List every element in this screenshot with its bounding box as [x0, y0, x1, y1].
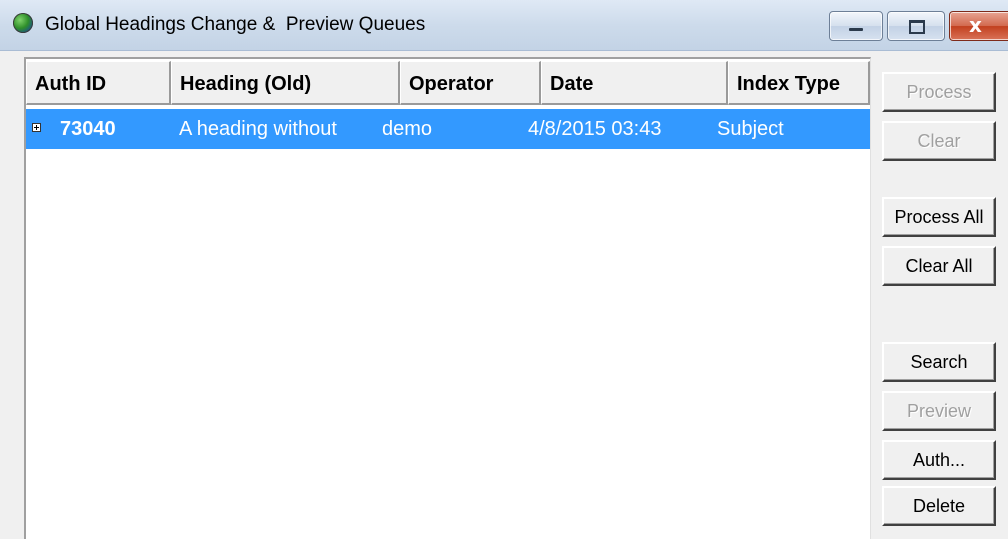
maximize-button[interactable] — [887, 11, 945, 41]
preview-button[interactable]: Preview — [882, 391, 996, 431]
window-title: Global Headings Change & Preview Queues — [45, 14, 426, 35]
column-header-date[interactable]: Date — [541, 61, 728, 105]
search-button[interactable]: Search — [882, 342, 996, 382]
column-header-auth-id[interactable]: Auth ID — [26, 61, 171, 105]
cell-index-type: Subject — [717, 118, 784, 140]
minimize-icon — [849, 28, 863, 31]
queue-list[interactable]: Auth ID Heading (Old) Operator Date Inde… — [24, 57, 871, 539]
minimize-button[interactable] — [829, 11, 883, 41]
column-header-heading-old[interactable]: Heading (Old) — [171, 61, 400, 105]
close-button[interactable]: x — [949, 11, 1008, 41]
maximize-icon — [909, 20, 925, 34]
column-header-index-type[interactable]: Index Type — [728, 61, 870, 105]
title-bar[interactable]: Global Headings Change & Preview Queues … — [0, 0, 1008, 51]
process-all-button[interactable]: Process All — [882, 197, 996, 237]
column-header-operator[interactable]: Operator — [400, 61, 541, 105]
cell-date: 4/8/2015 03:43 — [528, 118, 662, 140]
cell-heading-old: A heading without — [179, 118, 337, 140]
table-row[interactable]: 73040 A heading without demo 4/8/2015 03… — [26, 109, 870, 149]
plus-box-icon[interactable] — [32, 123, 41, 132]
cell-operator: demo — [382, 118, 433, 140]
auth-button[interactable]: Auth... — [882, 440, 996, 480]
delete-button[interactable]: Delete — [882, 486, 996, 526]
clear-all-button[interactable]: Clear All — [882, 246, 996, 286]
clear-button[interactable]: Clear — [882, 121, 996, 161]
globe-icon — [13, 13, 33, 33]
process-button[interactable]: Process — [882, 72, 996, 112]
cell-auth-id: 73040 — [60, 118, 116, 140]
close-icon: x — [969, 13, 982, 37]
column-header-row: Auth ID Heading (Old) Operator Date Inde… — [26, 61, 870, 107]
